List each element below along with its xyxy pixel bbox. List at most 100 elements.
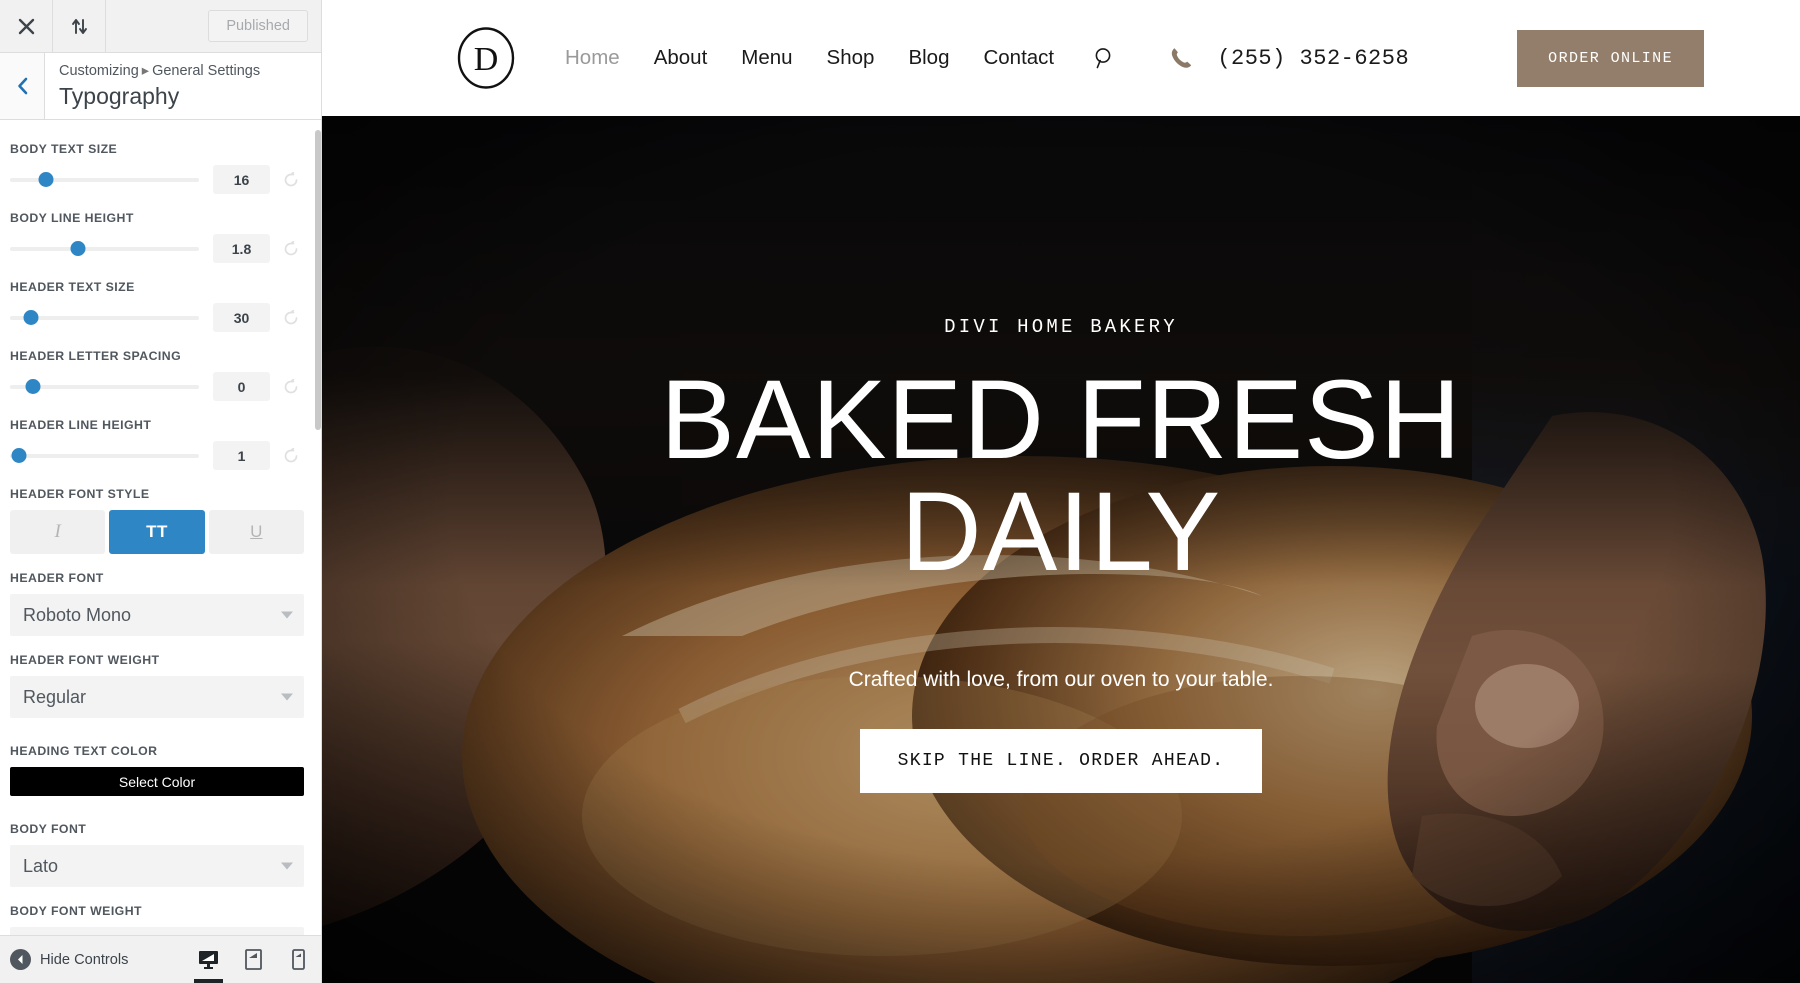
header-font-weight-select[interactable]: Regular <box>10 676 304 718</box>
reset-icon[interactable] <box>277 171 304 188</box>
header-text-size-slider[interactable] <box>10 309 199 327</box>
search-icon[interactable] <box>1094 47 1115 69</box>
slider-row: 30 <box>10 303 304 332</box>
phone-block[interactable]: (255) 352-6258 <box>1169 45 1409 71</box>
control-label: HEADER LINE HEIGHT <box>10 418 152 432</box>
body-line-height-slider[interactable] <box>10 240 199 258</box>
slider-track <box>10 315 199 320</box>
body-text-size-slider[interactable] <box>10 171 199 189</box>
hero-title-line-1: BAKED FRESH <box>660 357 1462 482</box>
header-letter-spacing-value[interactable]: 0 <box>213 372 270 401</box>
desktop-icon[interactable] <box>186 936 231 983</box>
nav-item-contact[interactable]: Contact <box>983 46 1054 70</box>
body-font-select[interactable]: Lato <box>10 845 304 887</box>
slider-track <box>10 453 199 458</box>
control-heading-text-color: HEADING TEXT COLOR Select Color <box>10 744 304 796</box>
customizer-scrollbar[interactable] <box>315 120 321 935</box>
nav-item-menu[interactable]: Menu <box>741 46 792 70</box>
control-header-text-size: HEADER TEXT SIZE 30 <box>10 280 304 332</box>
control-label: BODY FONT <box>10 822 87 836</box>
header-line-height-value[interactable]: 1 <box>213 441 270 470</box>
page-title: Typography <box>59 82 180 109</box>
control-label: HEADING TEXT COLOR <box>10 744 158 758</box>
chevron-down-icon <box>281 693 293 701</box>
header-font-value: Roboto Mono <box>23 604 132 625</box>
customizer-footer: Hide Controls <box>0 935 321 983</box>
scrollbar-thumb[interactable] <box>315 130 321 430</box>
divi-logo[interactable]: D <box>457 27 515 89</box>
header-font-style-group: I TT U <box>10 510 304 554</box>
published-button[interactable]: Published <box>208 10 308 42</box>
phone-number: (255) 352-6258 <box>1217 45 1410 71</box>
reset-icon[interactable] <box>277 240 304 257</box>
chevron-down-icon <box>281 862 293 870</box>
nav-item-about[interactable]: About <box>654 46 708 70</box>
control-label: BODY FONT WEIGHT <box>10 904 142 918</box>
header-font-select[interactable]: Roboto Mono <box>10 594 304 636</box>
tablet-icon[interactable] <box>231 936 276 983</box>
customizer-section-header: Customizing ▸ General Settings Typography <box>0 53 321 120</box>
slider-track <box>10 246 199 251</box>
nav-item-blog[interactable]: Blog <box>908 46 949 70</box>
select-color-button[interactable]: Select Color <box>10 767 304 796</box>
italic-toggle[interactable]: I <box>10 510 106 554</box>
control-body-font: BODY FONT Lato <box>10 822 304 887</box>
slider-row: 1.8 <box>10 234 304 263</box>
header-text-size-value[interactable]: 30 <box>213 303 270 332</box>
phone-icon <box>1169 45 1195 71</box>
control-label: HEADER FONT STYLE <box>10 487 150 501</box>
body-line-height-value[interactable]: 1.8 <box>213 234 270 263</box>
reset-icon[interactable] <box>277 378 304 395</box>
control-label: BODY TEXT SIZE <box>10 142 118 156</box>
header-right: (255) 352-6258 ORDER ONLINE <box>1169 29 1800 87</box>
uppercase-toggle[interactable]: TT <box>109 510 205 554</box>
control-body-font-weight: BODY FONT WEIGHT Regular <box>10 904 304 935</box>
nav-item-shop[interactable]: Shop <box>827 46 875 70</box>
control-header-letter-spacing: HEADER LETTER SPACING 0 <box>10 349 304 401</box>
chevron-left-icon[interactable] <box>0 53 45 119</box>
slider-row: 16 <box>10 165 304 194</box>
hide-controls-label: Hide Controls <box>40 951 129 968</box>
slider-knob[interactable] <box>38 172 54 187</box>
control-label: HEADER FONT WEIGHT <box>10 653 160 667</box>
reset-icon[interactable] <box>277 309 304 326</box>
device-preview-buttons <box>186 936 321 983</box>
order-online-button[interactable]: ORDER ONLINE <box>1517 29 1704 87</box>
control-label: BODY LINE HEIGHT <box>10 211 134 225</box>
sort-arrows-icon[interactable] <box>53 0 106 52</box>
header-line-height-slider[interactable] <box>10 447 199 465</box>
reset-icon[interactable] <box>277 447 304 464</box>
control-label: HEADER LETTER SPACING <box>10 349 182 363</box>
chevron-down-icon <box>281 611 293 619</box>
customizer-panel: Published Customizing ▸ General Settings T… <box>0 0 322 983</box>
hero-cta-button[interactable]: SKIP THE LINE. ORDER AHEAD. <box>859 729 1263 793</box>
hero-subtitle: Crafted with love, from our oven to your… <box>848 668 1274 691</box>
slider-knob[interactable] <box>70 241 86 256</box>
control-header-line-height: HEADER LINE HEIGHT 1 <box>10 418 304 470</box>
site-header: D Home About Menu Shop Blog Contact (255… <box>322 0 1800 116</box>
control-header-font-weight: HEADER FONT WEIGHT Regular <box>10 653 304 718</box>
hero-section: DIVI HOME BAKERY BAKED FRESH DAILY Craft… <box>322 116 1800 983</box>
header-letter-spacing-slider[interactable] <box>10 378 199 396</box>
underline-toggle[interactable]: U <box>208 510 304 554</box>
primary-nav: Home About Menu Shop Blog Contact <box>565 46 1115 70</box>
breadcrumb-section: General Settings <box>152 63 261 79</box>
header-font-weight-value: Regular <box>23 686 87 707</box>
customizer-topbar: Published <box>0 0 321 53</box>
close-icon[interactable] <box>0 0 53 52</box>
nav-item-home[interactable]: Home <box>565 46 620 70</box>
slider-knob[interactable] <box>23 310 39 325</box>
control-label: HEADER FONT <box>10 571 104 585</box>
slider-knob[interactable] <box>11 448 27 463</box>
customizer-titles: Customizing ▸ General Settings Typography <box>45 53 260 119</box>
slider-knob[interactable] <box>25 379 41 394</box>
hide-controls-button[interactable]: Hide Controls <box>10 949 128 970</box>
customizer-app: Published Customizing ▸ General Settings T… <box>0 0 1800 983</box>
body-text-size-value[interactable]: 16 <box>213 165 270 194</box>
breadcrumb-separator: ▸ <box>141 63 150 79</box>
mobile-icon[interactable] <box>276 936 321 983</box>
control-header-font-style: HEADER FONT STYLE I TT U <box>10 487 304 554</box>
slider-row: 0 <box>10 372 304 401</box>
body-font-weight-select[interactable]: Regular <box>10 927 304 935</box>
